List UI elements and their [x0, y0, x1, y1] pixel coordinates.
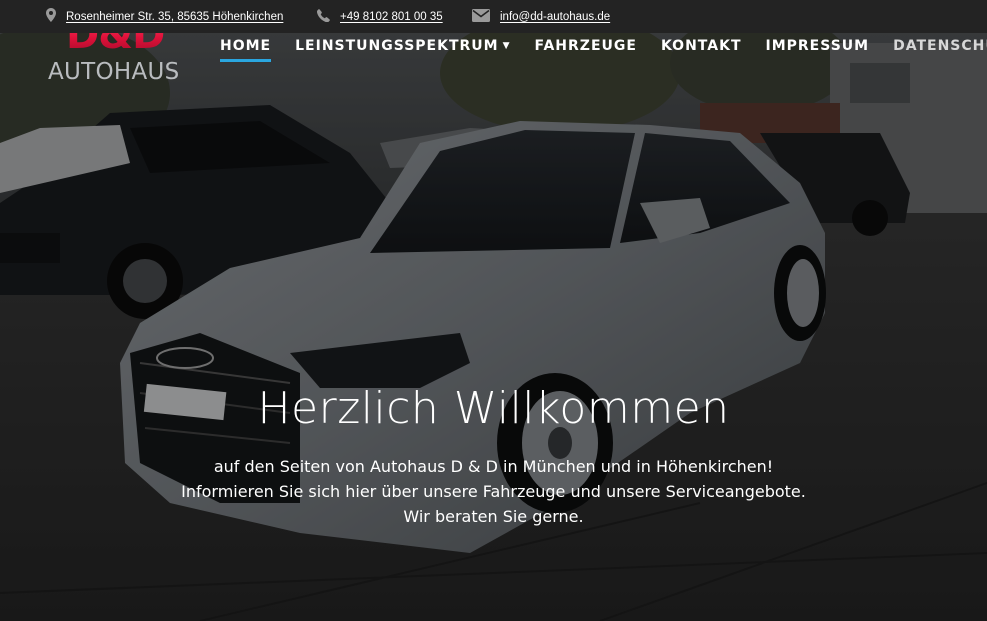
phone-icon [316, 8, 330, 25]
nav-impressum[interactable]: IMPRESSUM [766, 38, 870, 60]
email-link[interactable]: info@dd-autohaus.de [500, 11, 610, 23]
hero-headline: Herzlich Willkommen [257, 383, 730, 434]
hero-intro-line-1: auf den Seiten von Autohaus D & D in Mün… [213, 457, 774, 476]
nav-kontakt-label: KONTAKT [660, 38, 742, 54]
hero-intro-line-2: Informieren Sie sich hier über unsere Fa… [181, 482, 806, 501]
nav-fahrzeuge-label: FAHRZEUGE [534, 38, 637, 54]
main-navigation: HOME LEINSTUNGSSPEKTRUM ▼ FAHRZEUGE KONTA… [220, 38, 987, 62]
nav-impressum-label: IMPRESSUM [765, 38, 870, 54]
hero-banner [0, 33, 987, 621]
nav-home-label: HOME [220, 38, 272, 54]
address-contact: Rosenheimer Str. 35, 85635 Höhenkirchen [46, 0, 283, 33]
map-marker-icon [46, 8, 56, 25]
nav-datenschutz-label: DATENSCHUTZ [893, 38, 987, 54]
nav-kontakt[interactable]: KONTAKT [661, 38, 742, 60]
hero-intro-line-3: Wir beraten Sie gerne. [403, 507, 584, 526]
nav-home[interactable]: HOME [220, 38, 272, 62]
nav-leistungsspektrum-label: LEINSTUNGSSPEKTRUM [295, 38, 499, 54]
phone-link[interactable]: +49 8102 801 00 35 [340, 11, 443, 23]
email-contact: info@dd-autohaus.de [472, 0, 610, 33]
hero-intro-text: auf den Seiten von Autohaus D & D in Mün… [0, 454, 987, 529]
nav-fahrzeuge[interactable]: FAHRZEUGE [535, 38, 637, 60]
contact-bar: Rosenheimer Str. 35, 85635 Höhenkirchen … [0, 0, 987, 33]
envelope-icon [472, 8, 490, 25]
caret-down-icon: ▼ [502, 41, 511, 51]
phone-contact: +49 8102 801 00 35 [316, 0, 443, 33]
address-link[interactable]: Rosenheimer Str. 35, 85635 Höhenkirchen [66, 11, 283, 23]
logo-wordmark: AUTOHAUS [48, 59, 180, 85]
nav-datenschutz[interactable]: DATENSCHUTZ [893, 38, 987, 60]
nav-leistungsspektrum[interactable]: LEINSTUNGSSPEKTRUM ▼ [295, 38, 510, 60]
hero-dark-overlay [0, 33, 987, 621]
